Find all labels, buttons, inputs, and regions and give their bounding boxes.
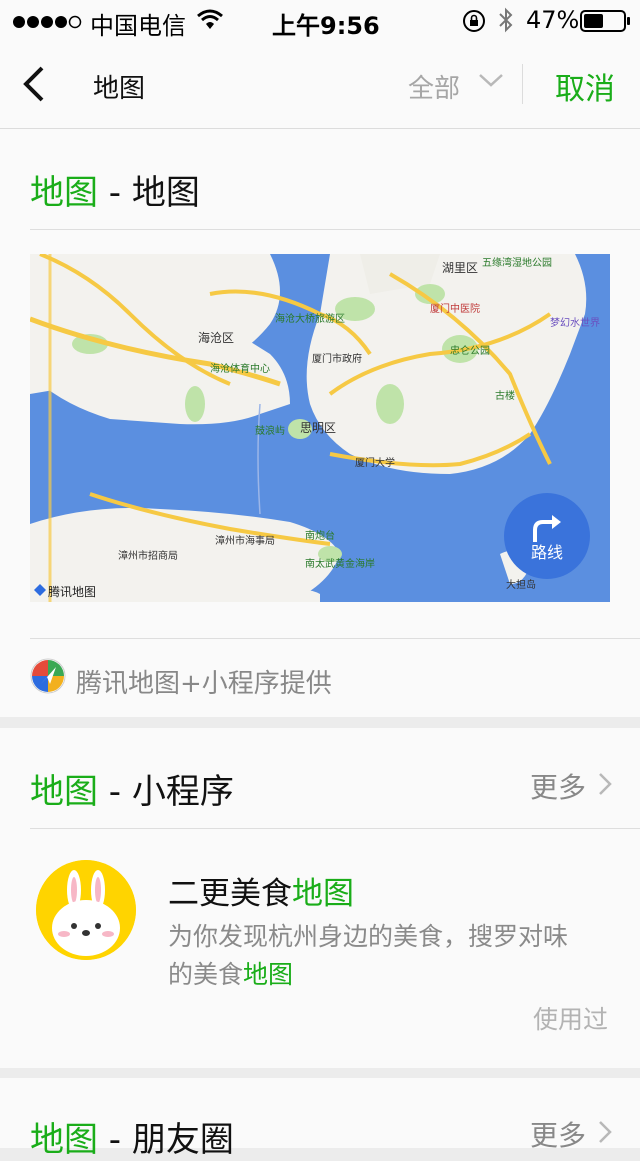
route-label: 路线	[531, 543, 563, 562]
map-label: 忠仑公园	[450, 344, 490, 357]
map-label: 海沧大桥旅游区	[275, 312, 345, 325]
battery-icon	[580, 10, 632, 38]
map-label: 海沧区	[198, 330, 234, 345]
status-bar: 中国电信 上午9:56 47%	[0, 0, 640, 40]
app-description-line: 的美食地图	[168, 956, 608, 994]
divider	[30, 638, 640, 639]
battery-percent: 47%	[526, 6, 580, 34]
route-button[interactable]: 路线	[504, 493, 590, 579]
miniprogram-result-card: 地图 - 小程序 更多 二更美食地图 为你发现杭州身边的美食，搜罗对味 的美食地…	[0, 728, 640, 1068]
section-title: 地图 - 朋友圈	[30, 1112, 234, 1161]
provider-label: 腾讯地图+小程序提供	[76, 669, 332, 699]
more-link[interactable]: 更多	[530, 766, 586, 806]
divider	[522, 64, 523, 104]
keyword-highlight: 地图	[30, 772, 98, 812]
divider	[30, 828, 640, 829]
rabbit-icon	[36, 860, 136, 960]
map-result-card[interactable]: 地图 - 地图 海沧区 思明区 湖里区 五缘湾湿地公园 厦门中医院 忠仑公园 梦…	[0, 129, 640, 717]
divider	[30, 229, 640, 230]
app-description-prefix: 的美食	[168, 960, 244, 989]
map-label: 厦门市政府	[312, 352, 362, 365]
clock: 上午9:56	[272, 12, 380, 40]
search-bar: 地图 全部 取消	[0, 40, 640, 129]
map-label: 古楼	[495, 389, 515, 402]
used-badge: 使用过	[532, 1005, 608, 1034]
section-title: 地图 - 小程序	[30, 764, 234, 813]
chevron-down-icon[interactable]	[478, 72, 504, 92]
section-title: 地图 - 地图	[30, 165, 200, 214]
app-name: 二更美食地图	[168, 868, 354, 913]
back-button[interactable]	[22, 66, 54, 102]
scope-selector[interactable]: 全部	[408, 68, 460, 105]
chevron-right-icon[interactable]	[598, 1120, 612, 1148]
more-link[interactable]: 更多	[530, 1114, 586, 1154]
section-title-rest: - 小程序	[98, 772, 234, 812]
chevron-left-icon	[23, 66, 44, 102]
carrier-label: 中国电信	[90, 12, 186, 40]
map-label: 湖里区	[442, 260, 478, 275]
cancel-button[interactable]: 取消	[555, 64, 615, 108]
map-label: 大担岛	[506, 578, 536, 591]
map-label: 厦门大学	[355, 456, 395, 469]
map-label: 厦门中医院	[430, 302, 480, 315]
wifi-icon	[196, 9, 224, 37]
keyword-highlight: 地图	[30, 1120, 98, 1160]
map-label: 南炮台	[305, 529, 335, 542]
section-title-rest: - 地图	[98, 173, 200, 213]
keyword-highlight: 地图	[292, 876, 354, 912]
app-logo	[36, 860, 136, 960]
app-description: 为你发现杭州身边的美食，搜罗对味 的美食地图	[168, 918, 608, 994]
tencent-map-icon	[30, 658, 66, 698]
signal-icon	[12, 9, 84, 37]
section-title-rest: - 朋友圈	[98, 1120, 234, 1160]
keyword-highlight: 地图	[30, 173, 98, 213]
map-label: 鼓浪屿	[255, 424, 285, 437]
svg-text:腾讯地图: 腾讯地图	[48, 584, 96, 599]
rotation-lock-icon	[462, 9, 486, 39]
map-label: 梦幻水世界	[550, 316, 600, 329]
map-label: 漳州市海事局	[215, 534, 275, 547]
chevron-right-icon[interactable]	[598, 772, 612, 800]
map-view[interactable]: 海沧区 思明区 湖里区 五缘湾湿地公园 厦门中医院 忠仑公园 梦幻水世界 古楼 …	[29, 252, 610, 602]
map-label: 海沧体育中心	[210, 362, 270, 375]
map-label: 漳州市招商局	[118, 549, 178, 562]
map-label: 南太武黄金海岸	[305, 557, 375, 570]
map-label: 五缘湾湿地公园	[482, 256, 552, 269]
search-query[interactable]: 地图	[93, 68, 145, 105]
map-label: 思明区	[300, 421, 336, 435]
moments-result-card: 地图 - 朋友圈 更多	[0, 1078, 640, 1160]
app-name-prefix: 二更美食	[168, 876, 292, 912]
keyword-highlight: 地图	[243, 960, 294, 989]
app-description-line: 为你发现杭州身边的美食，搜罗对味	[168, 922, 569, 951]
bluetooth-icon	[497, 7, 515, 39]
